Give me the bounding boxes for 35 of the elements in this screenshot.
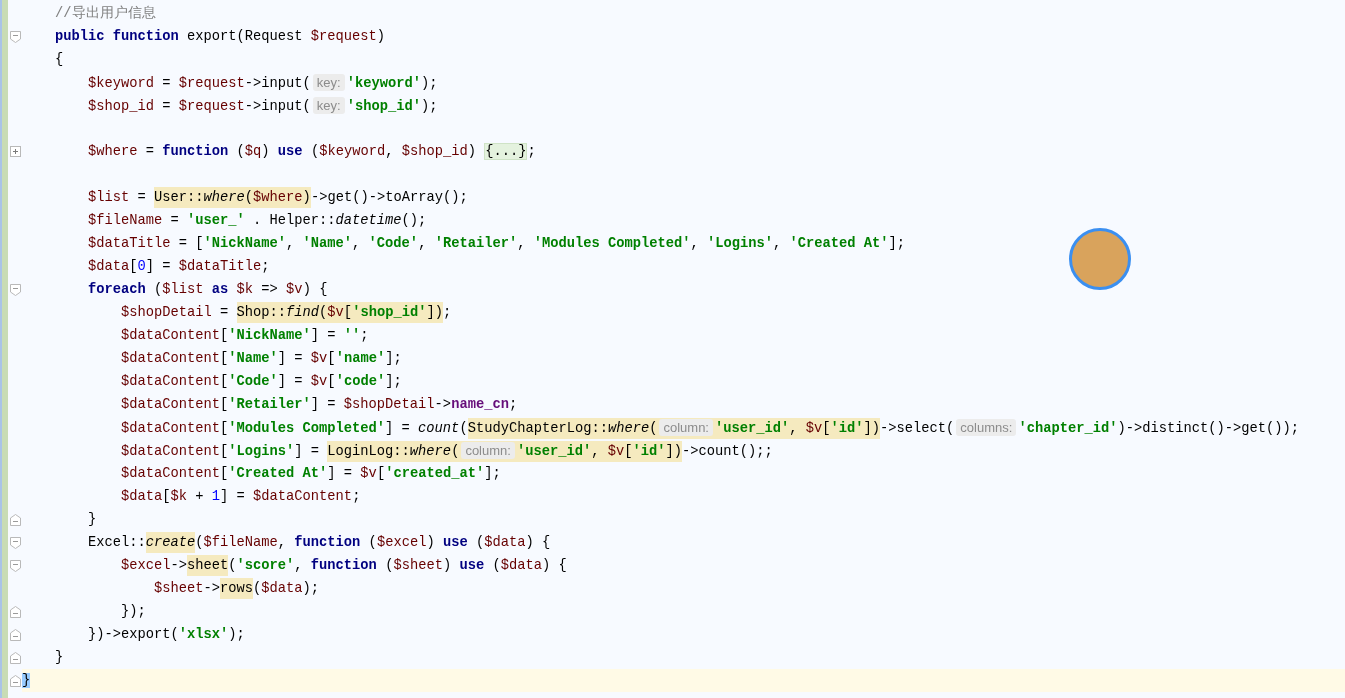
- fold-marker-icon[interactable]: [9, 536, 21, 549]
- code-line: }: [54, 649, 64, 666]
- fold-marker-icon[interactable]: [9, 628, 21, 641]
- code-line: });: [120, 603, 146, 620]
- fold-marker-icon[interactable]: [9, 651, 21, 664]
- code-line: $fileName = 'user_' . Helper::datetime();: [87, 212, 427, 229]
- code-line: //导出用户信息: [54, 5, 156, 22]
- code-line: $dataContent['NickName'] = '';: [120, 327, 369, 344]
- code-line: $list = User::where($where)->get()->toArray();: [22, 189, 468, 206]
- code-line: $dataTitle = ['NickName', 'Name', 'Code', 'Retailer', 'Modules Completed', 'Logins', 'Created At'];: [87, 235, 906, 252]
- fold-marker-icon[interactable]: [9, 513, 21, 526]
- code-line: $shop_id = $request->input( key: 'shop_id');: [87, 96, 438, 115]
- code-line: $excel->sheet('score', function ($sheet) use ($data) {: [22, 557, 567, 574]
- code-line: $data[$k + 1] = $dataContent;: [120, 488, 361, 505]
- code-line: $sheet->rows($data);: [22, 580, 320, 597]
- code-line: $dataContent['Created At'] = $v['created_at'];: [120, 465, 501, 482]
- fold-marker-icon[interactable]: [9, 559, 21, 572]
- code-line: $keyword = $request->input( key: 'keyword');: [87, 73, 438, 92]
- code-line: $dataContent['Retailer'] = $shopDetail->name_cn;: [120, 396, 518, 413]
- code-line: }: [87, 511, 97, 528]
- fold-marker-icon[interactable]: [9, 30, 21, 43]
- code-line: {: [54, 51, 64, 68]
- code-line: $dataContent['Name'] = $v['name'];: [120, 350, 402, 367]
- code-line: $dataContent['Code'] = $v['code'];: [120, 373, 402, 390]
- code-line: Excel::create($fileName, function ($excel) use ($data) {: [22, 534, 551, 551]
- code-line: foreach ($list as $k => $v) {: [87, 281, 328, 298]
- code-line: $data[0] = $dataTitle;: [87, 258, 270, 275]
- fold-marker-icon[interactable]: [9, 283, 21, 296]
- code-line: public function export(Request $request): [54, 28, 386, 45]
- fold-marker-icon[interactable]: [9, 674, 21, 687]
- code-line: })->export('xlsx');: [87, 626, 245, 643]
- code-line: $dataContent['Modules Completed'] = count(StudyChapterLog::where( column: 'user_id', $v['id'])->select( columns: 'chapter_id')->distinct()->get());: [22, 418, 1299, 437]
- fold-marker-icon[interactable]: [9, 605, 21, 618]
- code-line: $where = function ($q) use ($keyword, $shop_id) {...};: [87, 143, 536, 160]
- plus-box-icon[interactable]: [9, 146, 21, 157]
